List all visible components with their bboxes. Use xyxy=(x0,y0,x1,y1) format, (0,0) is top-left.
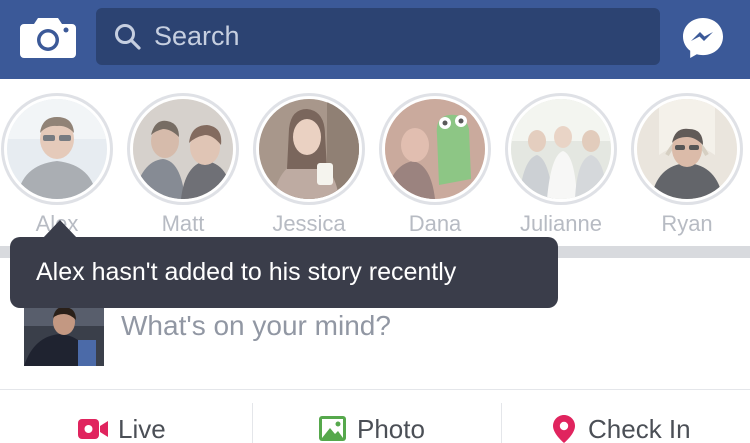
live-button[interactable]: Live xyxy=(0,391,252,443)
search-placeholder: Search xyxy=(154,21,240,51)
story-dana[interactable]: Dana xyxy=(379,93,491,243)
story-name: Julianne xyxy=(520,211,602,236)
story-avatar-jessica xyxy=(259,99,359,199)
photo-button[interactable]: Photo xyxy=(253,391,501,443)
story-avatar-alex xyxy=(7,99,107,199)
check-in-label: Check In xyxy=(588,414,691,443)
composer-actions: Live Photo Check In xyxy=(0,391,750,443)
tooltip-text: Alex hasn't added to his story recently xyxy=(36,258,457,286)
live-video-icon xyxy=(78,419,108,439)
story-avatar-ryan xyxy=(637,99,737,199)
story-tooltip: Alex hasn't added to his story recently xyxy=(10,237,558,308)
story-matt[interactable]: Matt xyxy=(127,93,239,243)
story-name: Dana xyxy=(408,211,462,236)
story-jessica[interactable]: Jessica xyxy=(253,93,365,243)
location-pin-icon xyxy=(553,415,575,443)
composer-prompt[interactable]: What's on your mind? xyxy=(121,310,391,342)
story-name: Matt xyxy=(161,211,205,236)
photo-icon xyxy=(319,416,346,441)
story-julianne[interactable]: Julianne xyxy=(505,93,617,243)
stories-row: Alex Matt Jessica Dana Julianne Ryan xyxy=(0,79,750,246)
camera-icon[interactable] xyxy=(20,14,76,58)
search-field[interactable]: Search xyxy=(96,8,660,65)
story-avatar-julianne xyxy=(511,99,611,199)
live-label: Live xyxy=(118,414,166,443)
story-avatar-matt xyxy=(133,99,233,199)
story-avatar-dana xyxy=(385,99,485,199)
top-bar: Search xyxy=(0,0,750,79)
story-ryan[interactable]: Ryan xyxy=(631,93,743,243)
story-name: Jessica xyxy=(272,211,346,236)
story-name: Ryan xyxy=(661,211,713,236)
messenger-icon[interactable] xyxy=(681,16,725,60)
check-in-button[interactable]: Check In xyxy=(502,391,750,443)
app-screen: Search Alex Matt Jessica Dana Julianne R… xyxy=(0,0,750,443)
search-icon xyxy=(115,24,141,50)
photo-label: Photo xyxy=(357,414,425,443)
tooltip-arrow xyxy=(43,220,77,238)
